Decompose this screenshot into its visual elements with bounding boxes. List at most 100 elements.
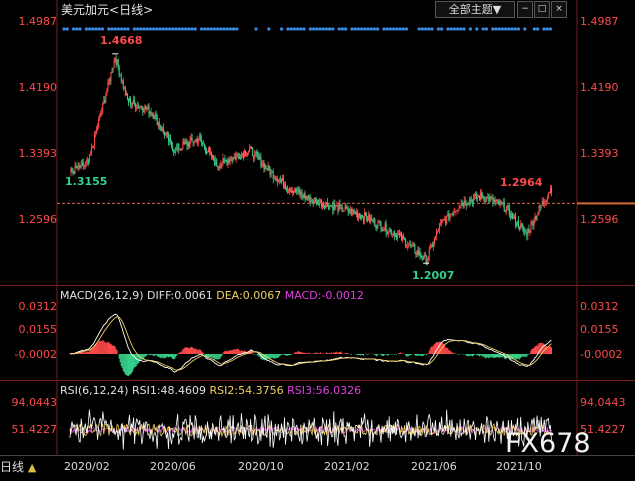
price-axis-left-label: 1.3393 — [18, 147, 58, 160]
candle-body — [339, 203, 341, 206]
candle-body — [506, 206, 508, 208]
period-label: <日线> — [109, 3, 154, 17]
candle-body — [279, 179, 281, 181]
candle-body — [510, 213, 512, 219]
candle-body — [169, 137, 171, 142]
event-dot — [110, 27, 114, 31]
candle-body — [87, 159, 89, 163]
candle-body — [531, 221, 533, 223]
candle-body — [483, 196, 485, 199]
chart-canvas[interactable] — [0, 0, 635, 481]
candle-body — [418, 251, 420, 255]
event-dot — [484, 27, 488, 31]
event-dot — [427, 27, 431, 31]
candle-body — [258, 156, 260, 160]
candle-body — [172, 146, 174, 152]
candle-body — [184, 142, 186, 145]
candle-body — [199, 136, 201, 139]
candle-body — [417, 250, 419, 255]
candle-body — [521, 224, 523, 226]
candle-body — [452, 214, 454, 216]
candle-body — [253, 156, 255, 159]
macd-axis-right-label: 0.0312 — [580, 300, 619, 313]
candle-body — [533, 221, 535, 226]
price-axis-left-label: 1.2596 — [18, 213, 58, 226]
candle-body — [466, 204, 468, 206]
candle-body — [135, 102, 137, 108]
candle-body — [325, 204, 327, 209]
candle-body — [473, 195, 475, 199]
candle-body — [342, 211, 344, 212]
event-dot — [356, 27, 360, 31]
candle-body — [464, 200, 466, 205]
event-dot — [286, 27, 290, 31]
candle-body — [197, 139, 199, 143]
candle-body — [129, 98, 131, 105]
candle-body — [299, 191, 301, 196]
candle-body — [445, 219, 447, 224]
candle-body — [93, 146, 95, 148]
candle-body — [324, 205, 326, 209]
candle-body — [153, 117, 155, 119]
rsi-axis-left-label: 94.0443 — [11, 396, 58, 409]
event-dot — [142, 27, 146, 31]
candle-body — [382, 229, 384, 231]
candle-body — [458, 208, 460, 210]
candle-body — [147, 106, 149, 109]
candle-body — [344, 206, 346, 211]
event-dot — [228, 27, 232, 31]
rsi3-value: RSI3:56.0326 — [287, 384, 362, 397]
candle-body — [263, 163, 265, 170]
candle-body — [133, 99, 135, 104]
event-dot — [331, 27, 335, 31]
candle-body — [300, 192, 302, 196]
event-dot — [376, 27, 380, 31]
event-dot — [318, 27, 322, 31]
candle-body — [149, 111, 151, 114]
candle-body — [79, 166, 81, 168]
candle-body — [100, 114, 102, 116]
candle-body — [290, 190, 292, 192]
candle-body — [355, 212, 357, 215]
minimize-icon[interactable]: − — [517, 1, 533, 18]
period-selector[interactable]: 日线 ▲ — [0, 458, 52, 476]
close-icon[interactable]: × — [551, 1, 567, 18]
candle-body — [331, 205, 333, 207]
event-dot — [280, 27, 284, 31]
event-dot — [299, 27, 303, 31]
candle-body — [386, 232, 388, 234]
candle-body — [432, 243, 434, 248]
candle-body — [151, 112, 153, 114]
candle-body — [194, 139, 196, 143]
candle-body — [523, 227, 525, 232]
candle-body — [154, 114, 156, 119]
candle-body — [547, 193, 549, 198]
candle-body — [80, 162, 82, 168]
candle-body — [75, 166, 77, 168]
candle-body — [277, 181, 279, 183]
candle-body — [526, 232, 528, 237]
candle-body — [86, 159, 88, 162]
candle-body — [476, 194, 478, 199]
candle-body — [435, 231, 437, 237]
candle-body — [241, 153, 243, 155]
candle-body — [451, 214, 453, 215]
candle-body — [185, 142, 187, 144]
event-dot — [340, 27, 344, 31]
candle-body — [351, 209, 353, 215]
candle-body — [205, 151, 207, 153]
candle-body — [262, 163, 264, 165]
candle-body — [441, 221, 443, 223]
candle-body — [443, 220, 445, 222]
rsi2-value: RSI2:54.3756 — [209, 384, 284, 397]
event-dot — [216, 27, 220, 31]
maximize-icon[interactable]: □ — [534, 1, 550, 18]
event-dot — [424, 27, 428, 31]
theme-dropdown[interactable]: 全部主题▼ — [435, 1, 515, 18]
candle-body — [416, 250, 418, 255]
candle-body — [310, 199, 312, 203]
candle-body — [246, 155, 248, 157]
candle-body — [463, 200, 465, 207]
candle-body — [314, 198, 316, 200]
candle-body — [327, 202, 329, 207]
